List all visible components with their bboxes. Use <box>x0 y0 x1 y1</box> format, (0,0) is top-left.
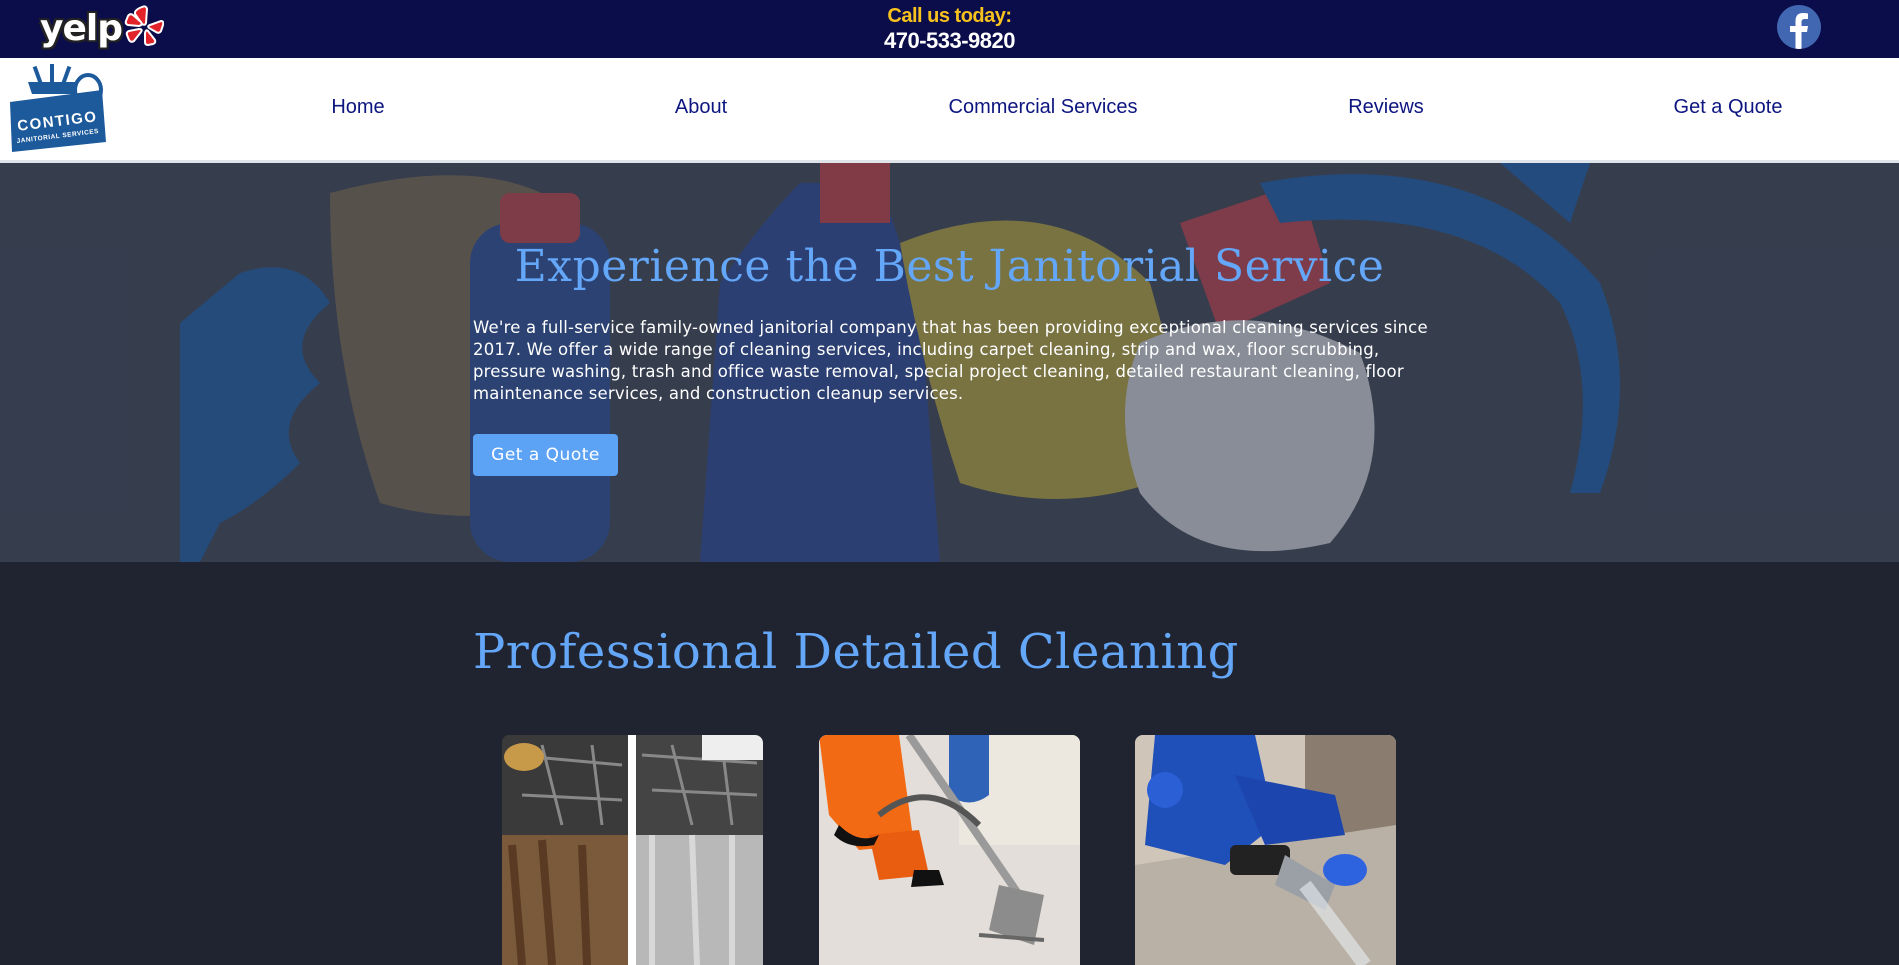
carpet-vacuum-image <box>819 735 1080 965</box>
nav-home[interactable]: Home <box>331 96 384 119</box>
nav-about[interactable]: About <box>675 96 727 119</box>
top-bar: yelp Call us today: 470-533-9820 <box>0 0 1899 58</box>
call-us-block: Call us today: 470-533-9820 <box>0 4 1899 54</box>
upholstery-cleaning-photo <box>1135 735 1396 965</box>
facebook-icon[interactable] <box>1777 5 1821 49</box>
professional-cleaning-section: Professional Detailed Cleaning <box>0 562 1899 965</box>
upholstery-cleaning-image <box>1135 735 1396 965</box>
facebook-f-icon <box>1777 5 1821 49</box>
main-navbar: CONTIGO JANITORIAL SERVICES Home About C… <box>0 58 1899 163</box>
contigo-logo[interactable]: CONTIGO JANITORIAL SERVICES <box>6 64 110 156</box>
hero-title: Experience the Best Janitorial Service <box>514 241 1385 292</box>
call-us-label: Call us today: <box>887 5 1012 27</box>
nav-reviews[interactable]: Reviews <box>1348 96 1424 119</box>
nav-commercial-services[interactable]: Commercial Services <box>949 96 1138 119</box>
kitchen-cleaning-photo <box>502 735 763 965</box>
hero-section: Experience the Best Janitorial Service W… <box>0 163 1899 562</box>
hero-description: We're a full-service family-owned janito… <box>473 318 1428 403</box>
hero-get-a-quote-button[interactable]: Get a Quote <box>473 434 618 476</box>
phone-number-link[interactable]: 470-533-9820 <box>0 28 1899 54</box>
nav-get-a-quote[interactable]: Get a Quote <box>1674 96 1783 119</box>
kitchen-cleaning-image <box>502 735 763 965</box>
section-title: Professional Detailed Cleaning <box>473 624 1239 680</box>
carpet-vacuum-photo <box>819 735 1080 965</box>
